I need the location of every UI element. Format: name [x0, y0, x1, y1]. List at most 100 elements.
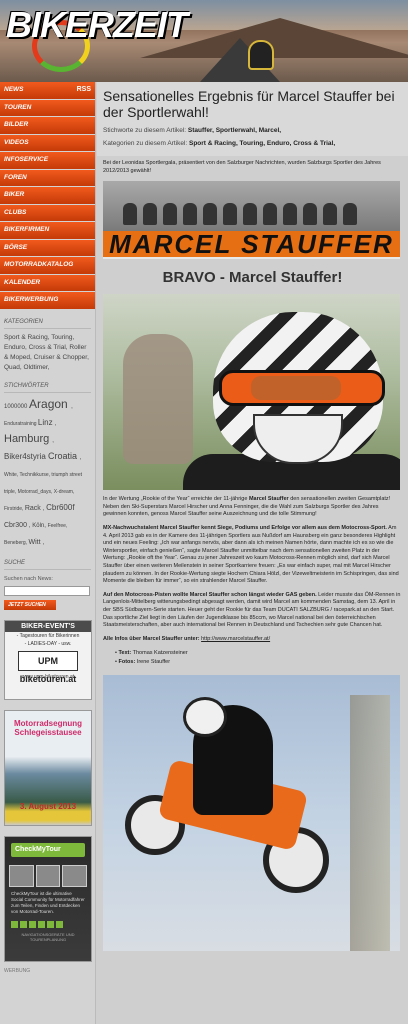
nav-item-foren[interactable]: Foren: [0, 169, 95, 186]
ad-title: CheckMyTour: [11, 842, 85, 857]
tag-link[interactable]: 1000000: [4, 404, 29, 410]
article-body: Bei der Leonidas Sportlergala, präsentie…: [97, 156, 408, 955]
info-label: Alle Infos über Marcel Stauffer unter:: [103, 635, 200, 642]
tag-link[interactable]: Aragon: [29, 397, 71, 411]
header-banner: BIKERZEIT: [0, 0, 408, 82]
nav-item-news[interactable]: News RSS: [0, 82, 95, 99]
rider-figure: [143, 203, 157, 226]
nav-item-touren[interactable]: Touren: [0, 99, 95, 116]
ad-icons: [11, 920, 85, 928]
motocross-jump-photo: [103, 675, 400, 952]
rider-figure: [183, 203, 197, 226]
ad-biker-events[interactable]: BIKER-EVENT'S - Tagestouren für Bikerinn…: [4, 619, 92, 700]
tag-link: ,: [79, 454, 82, 461]
upm-logo: UPM biketouren.at: [18, 650, 78, 684]
tag-link[interactable]: Cbr300: [4, 522, 29, 529]
para-bold: MX-Nachwuchstalent Marcel Stauffer kennt…: [103, 524, 387, 531]
para-text: In der Wertung „Rookie of the Year“ erre…: [103, 496, 249, 503]
ad-line: - Tagestouren für Bikerinnen: [16, 632, 80, 639]
rider-figure: [223, 203, 237, 226]
search-title: Suche: [4, 560, 91, 570]
nav-item-bilder[interactable]: Bilder: [0, 117, 95, 134]
categories-title: Kategorien: [4, 319, 91, 329]
categories-label: Kategorien zu diesem Artikel:: [103, 140, 188, 147]
ad-line: - LADIES-DAY - usw.: [24, 640, 72, 647]
search-label: Suchen nach News:: [4, 575, 53, 582]
rider-figure: [343, 203, 357, 226]
rider-figure: [203, 203, 217, 226]
ad-title: Motorradsegnung Schlegeisstausee: [14, 718, 82, 737]
para-bold: Auf den Motocross-Pisten wollte Marcel S…: [103, 591, 317, 598]
search-input[interactable]: [4, 585, 90, 596]
info-link[interactable]: http://www.marcelstauffer.at/: [201, 636, 270, 642]
app-icon: [38, 920, 45, 928]
search-button[interactable]: JETZT SUCHEN: [4, 599, 56, 610]
nav-item-biker[interactable]: Biker: [0, 187, 95, 204]
article-paragraph-2: MX-Nachwuchstalent Marcel Stauffer kennt…: [103, 525, 402, 586]
tag-link[interactable]: Cbr600f: [46, 503, 74, 512]
nav-item-kalender[interactable]: Kalender: [0, 274, 95, 291]
credit-text: Text: Thomas Katzensteiner: [115, 649, 402, 658]
tag-link[interactable]: Hamburg: [4, 433, 52, 445]
site-logo[interactable]: BIKERZEIT: [6, 4, 188, 46]
tag-link[interactable]: Biker4styria: [4, 452, 48, 461]
header-rider-image: [248, 40, 274, 70]
credit-label: Fotos:: [118, 659, 136, 666]
article-paragraph-1: In der Wertung „Rookie of the Year“ erre…: [103, 496, 402, 519]
app-icon: [29, 920, 36, 928]
app-icon: [56, 920, 63, 928]
para-text: Am 4. April 2013 gab es in der Kamere de…: [103, 524, 399, 585]
para-bold: Marcel Stauffer: [248, 496, 289, 503]
ad-url: www.upm-biketouren.at: [21, 673, 75, 680]
nav-item-infoservice[interactable]: Infoservice: [0, 152, 95, 169]
tag-link: ,: [54, 420, 57, 427]
credits-list: Text: Thomas Katzensteiner Fotos: Irene …: [103, 649, 402, 667]
categories-links[interactable]: Sport & Racing, Touring, Enduro, Cross &…: [189, 140, 335, 147]
article-title: Sensationelles Ergebnis für Marcel Stauf…: [97, 82, 408, 124]
ad-photo: [35, 864, 61, 887]
categories-list[interactable]: Sport & Racing, Touring, Enduro, Cross &…: [0, 333, 95, 373]
nav-item-bikerwerbung[interactable]: Bikerwerbung: [0, 292, 95, 309]
nav-label: News: [4, 86, 24, 93]
tag-link: ,: [52, 437, 54, 444]
ad-photo: [9, 864, 34, 887]
rider-figure: [243, 203, 257, 226]
ad-motorradsegnung[interactable]: Motorradsegnung Schlegeisstausee 3. Augu…: [4, 709, 92, 826]
article-meta: Stichworte zu diesem Artikel: Stauffer, …: [97, 124, 408, 156]
tag-link[interactable]: Rack: [25, 505, 43, 512]
keywords-links[interactable]: Stauffer, Sportlerwahl, Marcel,: [188, 127, 281, 134]
tag-link[interactable]: Witt: [28, 539, 42, 546]
page: BIKERZEIT News RSS Touren Bilder Videos I…: [0, 0, 408, 1024]
rider-figure: [263, 203, 277, 226]
article-intro: Bei der Leonidas Sportlergala, präsentie…: [103, 160, 381, 174]
app-icon: [11, 920, 18, 928]
ad-photo: [62, 864, 88, 887]
tag-link: ,: [42, 539, 45, 546]
ad-photos: [9, 864, 88, 887]
nav-item-motorradkatalog[interactable]: Motorradkatalog: [0, 257, 95, 274]
article-categories: Kategorien zu diesem Artikel: Sport & Ra…: [97, 137, 408, 150]
article-keywords: Stichworte zu diesem Artikel: Stauffer, …: [97, 124, 408, 137]
credit-value: Thomas Katzensteiner: [132, 650, 188, 657]
rider-helmet: [183, 697, 227, 738]
tag-link[interactable]: Croatia: [48, 451, 80, 461]
keywords-title: Stichwörter: [4, 383, 91, 393]
article: Sensationelles Ergebnis für Marcel Stauf…: [97, 82, 408, 1024]
ad-text: CheckMyTour ist die ultimative Social Co…: [11, 890, 85, 914]
nav-item-videos[interactable]: Videos: [0, 134, 95, 151]
rss-icon[interactable]: RSS: [77, 82, 91, 99]
tag-link[interactable]: , Köln,: [29, 523, 48, 529]
nav-item-bikerfirmen[interactable]: Bikerfirmen: [0, 222, 95, 239]
main-nav: News RSS Touren Bilder Videos Infoservice…: [0, 82, 95, 309]
nav-item-boerse[interactable]: Börse: [0, 239, 95, 256]
tag-link[interactable]: Linz: [38, 418, 55, 427]
helmet-portrait-photo: [103, 294, 400, 491]
ad-date: 3. August 2013: [19, 801, 77, 811]
credit-value: Irene Stauffer: [136, 659, 171, 666]
keywords-label: Stichworte zu diesem Artikel:: [103, 127, 187, 134]
tag-link[interactable]: Enduratraining: [4, 421, 38, 427]
ad-checkmytour[interactable]: CheckMyTour CheckMyTour ist die ultimati…: [4, 835, 92, 962]
tag-cloud: 1000000 Aragon , Enduratraining Linz , H…: [0, 397, 95, 550]
nav-item-clubs[interactable]: Clubs: [0, 204, 95, 221]
app-icon: [20, 920, 27, 928]
